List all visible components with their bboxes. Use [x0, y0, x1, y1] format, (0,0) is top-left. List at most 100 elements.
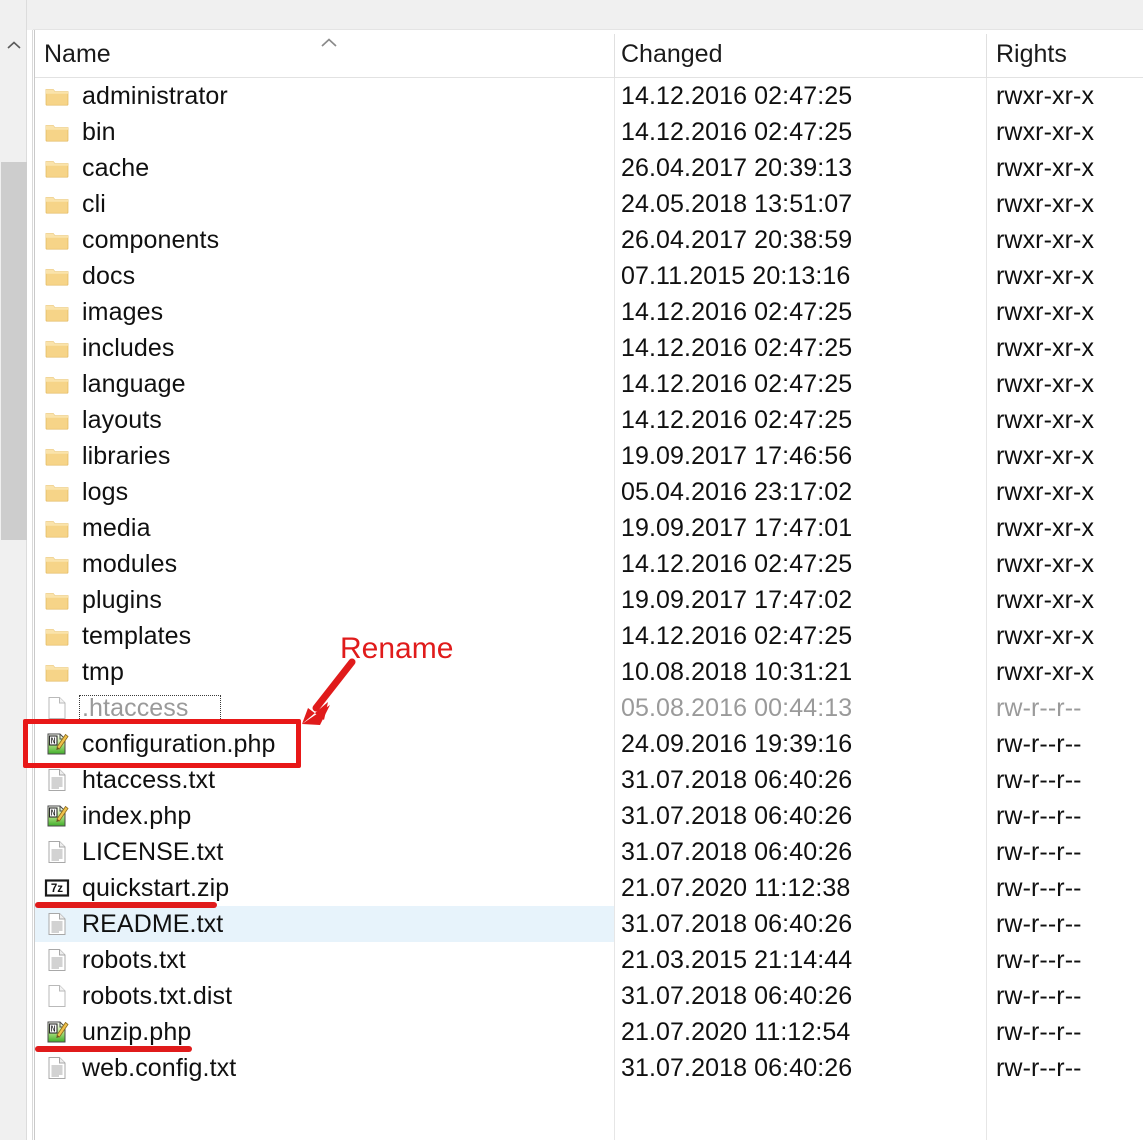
file-row[interactable]: logs 05.04.2016 23:17:02 rwxr-xr-x — [35, 474, 1143, 510]
file-row[interactable]: web.config.txt 31.07.2018 06:40:26 rw-r--r… — [35, 1050, 1143, 1086]
file-rights-cell: rw-r--r-- — [996, 765, 1082, 794]
file-rights-cell: rw-r--r-- — [996, 873, 1082, 902]
file-name-cell[interactable]: LICENSE.txt — [35, 834, 614, 870]
file-row[interactable]: modules 14.12.2016 02:47:25 rwxr-xr-x — [35, 546, 1143, 582]
file-row[interactable]: libraries 19.09.2017 17:46:56 rwxr-xr-x — [35, 438, 1143, 474]
file-changed-cell: 14.12.2016 02:47:25 — [621, 117, 853, 146]
file-name-cell[interactable]: .htaccess — [35, 690, 614, 726]
file-name-cell[interactable]: bin — [35, 114, 614, 150]
file-row[interactable]: htaccess.txt 31.07.2018 06:40:26 rw-r--r-- — [35, 762, 1143, 798]
file-row[interactable]: bin 14.12.2016 02:47:25 rwxr-xr-x — [35, 114, 1143, 150]
file-changed-cell: 07.11.2015 20:13:16 — [621, 261, 851, 290]
file-name-cell[interactable]: Nindex.php — [35, 798, 614, 834]
file-row[interactable]: includes 14.12.2016 02:47:25 rwxr-xr-x — [35, 330, 1143, 366]
file-row[interactable]: administrator 14.12.2016 02:47:25 rwxr-xr-… — [35, 78, 1143, 114]
file-name-cell[interactable]: modules — [35, 546, 614, 582]
file-rights-cell: rwxr-xr-x — [996, 297, 1095, 326]
file-name-cell[interactable]: web.config.txt — [35, 1050, 614, 1086]
file-rights-cell: rwxr-xr-x — [996, 621, 1095, 650]
file-row[interactable]: robots.txt.dist 31.07.2018 06:40:26 rw-r--… — [35, 978, 1143, 1014]
file-name-cell[interactable]: media — [35, 510, 614, 546]
file-row[interactable]: README.txt 31.07.2018 06:40:26 rw-r--r-- — [35, 906, 1143, 942]
file-name-cell[interactable]: images — [35, 294, 614, 330]
file-rights-cell: rwxr-xr-x — [996, 153, 1095, 182]
file-row[interactable]: Nconfiguration.php 24.09.2016 19:39:16 rw-… — [35, 726, 1143, 762]
file-changed-cell: 26.04.2017 20:38:59 — [621, 225, 853, 254]
file-row[interactable]: language 14.12.2016 02:47:25 rwxr-xr-x — [35, 366, 1143, 402]
file-changed-cell: 19.09.2017 17:47:01 — [621, 513, 853, 542]
blank-file-icon — [44, 983, 70, 1009]
file-changed-cell: 14.12.2016 02:47:25 — [621, 549, 853, 578]
file-row[interactable]: tmp 10.08.2018 10:31:21 rwxr-xr-x — [35, 654, 1143, 690]
column-header-rights[interactable]: Rights — [996, 30, 1143, 78]
file-name-label: web.config.txt — [82, 1053, 237, 1082]
file-name-cell[interactable]: robots.txt.dist — [35, 978, 614, 1014]
file-list-rows: administrator 14.12.2016 02:47:25 rwxr-xr-… — [35, 78, 1143, 1086]
file-name-cell[interactable]: README.txt — [35, 906, 614, 942]
file-row[interactable]: components 26.04.2017 20:38:59 rwxr-xr-x — [35, 222, 1143, 258]
file-row[interactable]: layouts 14.12.2016 02:47:25 rwxr-xr-x — [35, 402, 1143, 438]
file-row[interactable]: robots.txt 21.03.2015 21:14:44 rw-r--r-- — [35, 942, 1143, 978]
file-name-cell[interactable]: plugins — [35, 582, 614, 618]
file-row[interactable]: cli 24.05.2018 13:51:07 rwxr-xr-x — [35, 186, 1143, 222]
file-changed-cell: 31.07.2018 06:40:26 — [621, 981, 853, 1010]
vertical-scrollbar[interactable] — [0, 0, 27, 1140]
svg-text:7z: 7z — [51, 883, 63, 895]
scrollbar-thumb[interactable] — [1, 162, 27, 540]
file-row[interactable]: plugins 19.09.2017 17:47:02 rwxr-xr-x — [35, 582, 1143, 618]
file-name-cell[interactable]: cli — [35, 186, 614, 222]
file-row[interactable]: images 14.12.2016 02:47:25 rwxr-xr-x — [35, 294, 1143, 330]
sort-ascending-chevron-icon — [317, 36, 341, 52]
file-row[interactable]: Nindex.php 31.07.2018 06:40:26 rw-r--r-- — [35, 798, 1143, 834]
file-name-label: cli — [82, 189, 106, 218]
file-name-label: media — [82, 513, 151, 542]
file-changed-cell: 21.07.2020 11:12:38 — [621, 873, 851, 902]
file-changed-cell: 24.05.2018 13:51:07 — [621, 189, 853, 218]
file-name-cell[interactable]: tmp — [35, 654, 614, 690]
file-name-cell[interactable]: layouts — [35, 402, 614, 438]
file-changed-cell: 31.07.2018 06:40:26 — [621, 801, 853, 830]
folder-icon — [44, 371, 70, 397]
file-row[interactable]: templates 14.12.2016 02:47:25 rwxr-xr-x — [35, 618, 1143, 654]
file-rights-cell: rwxr-xr-x — [996, 657, 1095, 686]
file-name-label: LICENSE.txt — [82, 837, 224, 866]
file-name-label: robots.txt.dist — [82, 981, 233, 1010]
file-name-cell[interactable]: templates — [35, 618, 614, 654]
file-name-cell[interactable]: language — [35, 366, 614, 402]
column-header-changed[interactable]: Changed — [621, 30, 983, 78]
column-header-changed-label: Changed — [621, 39, 723, 68]
file-name-label: README.txt — [82, 909, 224, 938]
file-name-cell[interactable]: components — [35, 222, 614, 258]
file-changed-cell: 31.07.2018 06:40:26 — [621, 837, 853, 866]
file-name-cell[interactable]: 7z quickstart.zip — [35, 870, 614, 906]
file-rights-cell: rw-r--r-- — [996, 801, 1082, 830]
file-changed-cell: 14.12.2016 02:47:25 — [621, 369, 853, 398]
file-name-cell[interactable]: administrator — [35, 78, 614, 114]
file-changed-cell: 14.12.2016 02:47:25 — [621, 333, 853, 362]
file-name-cell[interactable]: robots.txt — [35, 942, 614, 978]
file-row[interactable]: Nunzip.php 21.07.2020 11:12:54 rw-r--r-- — [35, 1014, 1143, 1050]
file-changed-cell: 21.03.2015 21:14:44 — [621, 945, 853, 974]
file-name-cell[interactable]: htaccess.txt — [35, 762, 614, 798]
file-row[interactable]: media 19.09.2017 17:47:01 rwxr-xr-x — [35, 510, 1143, 546]
file-row[interactable]: 7z quickstart.zip 21.07.2020 11:12:38 rw-r-… — [35, 870, 1143, 906]
file-name-cell[interactable]: includes — [35, 330, 614, 366]
file-rights-cell: rw-r--r-- — [996, 1017, 1082, 1046]
file-changed-cell: 14.12.2016 02:47:25 — [621, 297, 853, 326]
file-name-label: plugins — [82, 585, 162, 614]
file-name-label: includes — [82, 333, 175, 362]
file-name-cell[interactable]: cache — [35, 150, 614, 186]
file-row[interactable]: docs 07.11.2015 20:13:16 rwxr-xr-x — [35, 258, 1143, 294]
file-name-cell[interactable]: Nunzip.php — [35, 1014, 614, 1050]
file-row[interactable]: cache 26.04.2017 20:39:13 rwxr-xr-x — [35, 150, 1143, 186]
file-name-label: robots.txt — [82, 945, 186, 974]
file-name-cell[interactable]: libraries — [35, 438, 614, 474]
notepadpp-icon: N — [44, 1019, 70, 1045]
file-row[interactable]: LICENSE.txt 31.07.2018 06:40:26 rw-r--r-- — [35, 834, 1143, 870]
file-name-cell[interactable]: docs — [35, 258, 614, 294]
file-name-cell[interactable]: logs — [35, 474, 614, 510]
scrollbar-up-button[interactable] — [0, 30, 27, 60]
file-name-label: libraries — [82, 441, 171, 470]
file-name-cell[interactable]: Nconfiguration.php — [35, 726, 614, 762]
file-row[interactable]: .htaccess 05.08.2016 00:44:13 rw-r--r-- — [35, 690, 1143, 726]
